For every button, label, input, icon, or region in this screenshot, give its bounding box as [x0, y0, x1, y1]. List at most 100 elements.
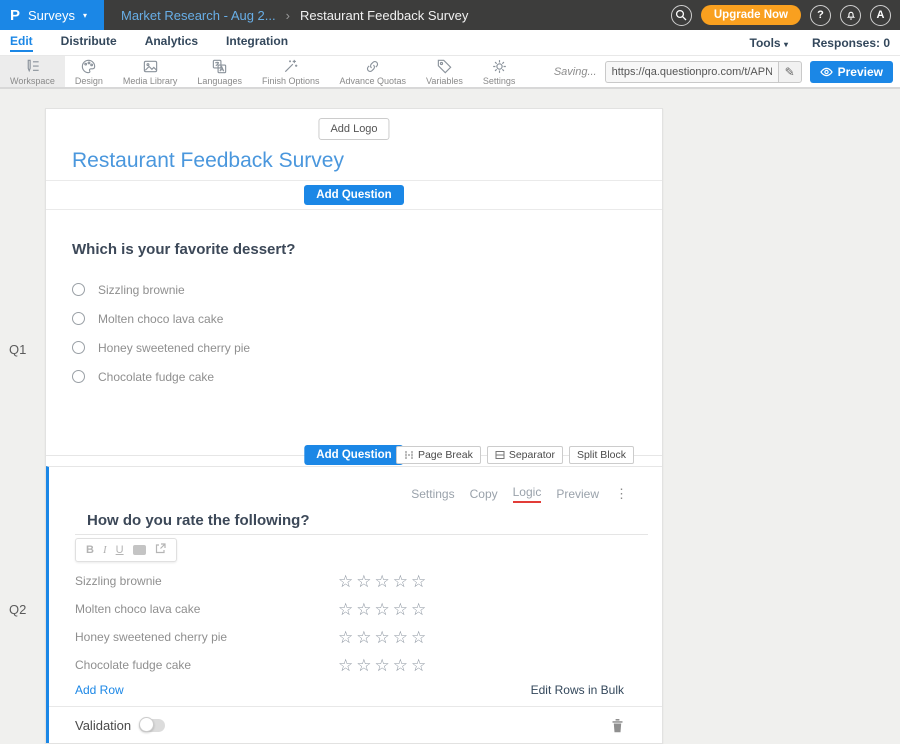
answer-option-label[interactable]: Molten choco lava cake [98, 312, 223, 326]
rating-row: Chocolate fudge cake ☆☆☆☆☆ [75, 651, 662, 679]
radio-icon[interactable] [72, 312, 85, 325]
question-2-text[interactable]: How do you rate the following? [87, 512, 310, 529]
star-rating-icons[interactable]: ☆☆☆☆☆ [338, 573, 429, 590]
toggle-knob [139, 717, 154, 732]
question-2-block[interactable]: Settings Copy Logic Preview ⋮ How do you… [46, 466, 662, 743]
page-break-button[interactable]: Page Break [396, 446, 481, 464]
answer-option[interactable]: Sizzling brownie [72, 275, 662, 304]
add-row-button[interactable]: Add Row [75, 683, 124, 697]
add-logo-button[interactable]: Add Logo [318, 118, 389, 140]
account-avatar[interactable]: A [870, 5, 891, 26]
toolbar-item-finish-options[interactable]: Finish Options [252, 56, 330, 87]
question-1-options: Sizzling brownie Molten choco lava cake … [46, 275, 662, 391]
wand-icon [282, 58, 299, 75]
bold-button[interactable]: B [86, 544, 94, 556]
question-copy-button[interactable]: Copy [470, 487, 498, 501]
surveys-label: Surveys [28, 8, 75, 23]
chevron-down-icon: ▾ [83, 11, 87, 20]
trash-icon [611, 718, 624, 733]
tab-distribute[interactable]: Distribute [61, 34, 117, 52]
answer-option[interactable]: Molten choco lava cake [72, 304, 662, 333]
toolbar-right: Saving... ✎ Preview [554, 56, 900, 87]
toolbar-item-design[interactable]: Design [65, 56, 113, 87]
tab-integration[interactable]: Integration [226, 34, 288, 52]
add-question-button[interactable]: Add Question [304, 185, 403, 205]
separator-button[interactable]: Separator [487, 446, 563, 464]
help-button[interactable]: ? [810, 5, 831, 26]
rating-row-label[interactable]: Molten choco lava cake [75, 602, 338, 616]
answer-option-label[interactable]: Chocolate fudge cake [98, 370, 214, 384]
tools-menu[interactable]: Tools ▾ [750, 36, 788, 50]
insert-image-icon[interactable] [133, 545, 146, 555]
split-block-button[interactable]: Split Block [569, 446, 634, 464]
separator-icon [495, 450, 505, 460]
answer-option-label[interactable]: Sizzling brownie [98, 283, 185, 297]
toolbar-item-settings[interactable]: Settings [473, 56, 526, 87]
tab-analytics[interactable]: Analytics [145, 34, 198, 52]
rating-row-label[interactable]: Honey sweetened cherry pie [75, 630, 338, 644]
chevron-down-icon: ▾ [784, 40, 788, 49]
breadcrumb-folder[interactable]: Market Research - Aug 2... [121, 8, 276, 23]
survey-title[interactable]: Restaurant Feedback Survey [72, 149, 344, 173]
radio-icon[interactable] [72, 283, 85, 296]
surveys-menu[interactable]: P Surveys ▾ [0, 0, 104, 30]
page-break-label: Page Break [418, 449, 473, 461]
italic-button[interactable]: I [103, 544, 107, 556]
star-rating-icons[interactable]: ☆☆☆☆☆ [338, 601, 429, 618]
question-1-text[interactable]: Which is your favorite dessert? [72, 241, 662, 258]
upgrade-now-button[interactable]: Upgrade Now [701, 5, 801, 25]
validation-toggle[interactable] [139, 719, 165, 732]
palette-icon [80, 58, 97, 75]
survey-card: Add Logo Restaurant Feedback Survey Add … [45, 108, 663, 744]
rating-row: Honey sweetened cherry pie ☆☆☆☆☆ [75, 623, 662, 651]
question-logic-button[interactable]: Logic [513, 485, 542, 503]
add-question-row-top: Add Question [46, 181, 662, 209]
toolbar-item-advance-quotas[interactable]: Advance Quotas [329, 56, 416, 87]
question-preview-button[interactable]: Preview [556, 487, 599, 501]
notifications-button[interactable] [840, 5, 861, 26]
toolbar-item-label: Languages [197, 76, 242, 86]
underline-button[interactable]: U [116, 544, 124, 556]
answer-option[interactable]: Chocolate fudge cake [72, 362, 662, 391]
subnav-right: Tools ▾ Responses: 0 [750, 36, 900, 50]
rating-row-label[interactable]: Chocolate fudge cake [75, 658, 338, 672]
question-settings-button[interactable]: Settings [411, 487, 454, 501]
tab-edit[interactable]: Edit [10, 34, 33, 52]
block-controls: Page Break Separator Split Block [396, 446, 634, 464]
add-question-button[interactable]: Add Question [304, 445, 403, 465]
radio-icon[interactable] [72, 341, 85, 354]
toolbar-item-label: Variables [426, 76, 463, 86]
star-rating-icons[interactable]: ☆☆☆☆☆ [338, 629, 429, 646]
toolbar-item-workspace[interactable]: Workspace [0, 56, 65, 87]
toolbar-item-media-library[interactable]: Media Library [113, 56, 188, 87]
star-rating-icons[interactable]: ☆☆☆☆☆ [338, 657, 429, 674]
link-icon [364, 58, 381, 75]
question-2-title-field[interactable]: How do you rate the following? [75, 512, 648, 535]
edit-rows-in-bulk-button[interactable]: Edit Rows in Bulk [531, 683, 624, 697]
question-1-block[interactable]: Which is your favorite dessert? Sizzling… [46, 210, 662, 444]
top-bar: P Surveys ▾ Market Research - Aug 2... ›… [0, 0, 900, 30]
workspace-icon [24, 58, 41, 75]
breadcrumb-survey-name[interactable]: Restaurant Feedback Survey [300, 8, 468, 23]
delete-question-button[interactable] [611, 718, 624, 733]
answer-option[interactable]: Honey sweetened cherry pie [72, 333, 662, 362]
search-button[interactable] [671, 5, 692, 26]
radio-icon[interactable] [72, 370, 85, 383]
split-block-label: Split Block [577, 449, 626, 461]
answer-option-label[interactable]: Honey sweetened cherry pie [98, 341, 250, 355]
rating-row-label[interactable]: Sizzling brownie [75, 574, 338, 588]
toolbar-item-languages[interactable]: Languages [187, 56, 252, 87]
toolbar-item-label: Workspace [10, 76, 55, 86]
edit-url-button[interactable]: ✎ [778, 61, 802, 83]
kebab-menu-icon[interactable]: ⋮ [615, 486, 628, 502]
preview-button[interactable]: Preview [810, 61, 893, 83]
toolbar-item-variables[interactable]: Variables [416, 56, 473, 87]
rating-rows: Sizzling brownie ☆☆☆☆☆ Molten choco lava… [49, 567, 662, 679]
survey-url-input[interactable] [605, 61, 778, 83]
open-editor-button[interactable] [155, 543, 166, 557]
external-link-icon [155, 543, 166, 554]
toolbar-item-label: Advance Quotas [339, 76, 406, 86]
rich-text-toolbar: B I U [75, 538, 177, 562]
saving-status: Saving... [554, 66, 597, 78]
responses-count[interactable]: Responses: 0 [812, 36, 890, 50]
